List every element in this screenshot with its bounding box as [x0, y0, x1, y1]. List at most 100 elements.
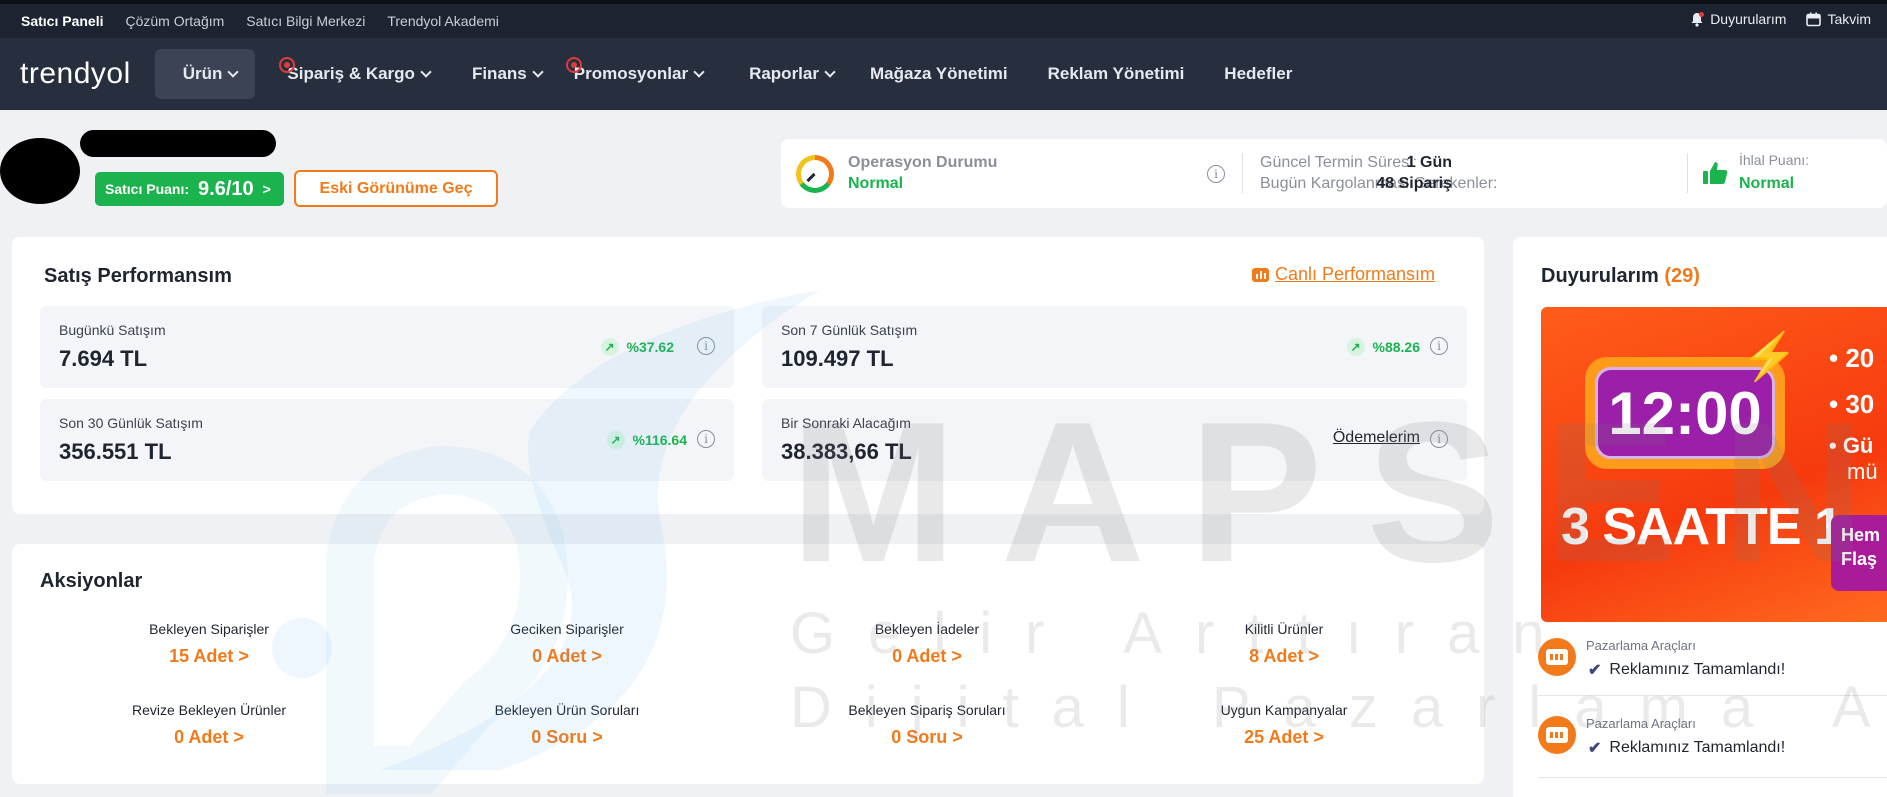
lightning-bolt-icon: ⚡	[1741, 330, 1799, 382]
metric-label: Son 7 Günlük Satışım	[781, 322, 918, 338]
term-duration-label: Güncel Termin Süresi:	[1260, 154, 1418, 171]
action-pending-returns[interactable]: Bekleyen İadeler 0 Adet >	[777, 621, 1077, 667]
trendyol-logo[interactable]: trendyol	[20, 57, 131, 91]
action-value: 0 Adet >	[174, 727, 244, 747]
chevron-down-icon	[420, 65, 432, 78]
calendar-label: Takvim	[1827, 11, 1871, 27]
divider	[1687, 153, 1688, 193]
announcement-category: Pazarlama Araçları	[1586, 716, 1696, 731]
banner-cta[interactable]: Hem Flaş	[1831, 515, 1887, 591]
actions-card: Aksiyonlar Bekleyen Siparişler 15 Adet > …	[12, 544, 1484, 784]
banner-bullet-3: • Gü	[1829, 433, 1874, 458]
payments-link[interactable]: Ödemelerim	[1333, 429, 1420, 447]
metric-value: 109.497 TL	[781, 346, 894, 371]
nav-item-ad-management[interactable]: Reklam Yönetimi	[1048, 49, 1185, 99]
action-label: Bekleyen Sipariş Soruları	[848, 702, 1006, 718]
flash-sale-banner[interactable]: 12:00 ⚡ 3 SAATTE 1 • 20 • 30 • Gü mü Hem…	[1541, 307, 1887, 622]
check-icon: ✔	[1588, 740, 1602, 757]
announcement-message-row: ✔ Reklamınız Tamamlandı!	[1588, 738, 1785, 758]
announcements-link[interactable]: Duyurularım	[1690, 11, 1786, 27]
action-delayed-orders[interactable]: Geciken Siparişler 0 Adet >	[417, 621, 717, 667]
top-link-info-center[interactable]: Satıcı Bilgi Merkezi	[246, 13, 365, 29]
calendar-icon	[1806, 12, 1822, 27]
top-right-tools: Duyurularım Takvim	[1690, 11, 1871, 27]
metric-today-sales: Bugünkü Satışım 7.694 TL ↗ %37.62 i	[40, 306, 734, 388]
nav-item-label: Sipariş & Kargo	[287, 64, 415, 83]
metric-change-value: %88.26	[1372, 339, 1420, 355]
info-icon[interactable]: i	[1207, 165, 1225, 183]
redacted-store-name	[80, 130, 276, 157]
metric-value: 7.694 TL	[59, 346, 148, 371]
metric-label: Bir Sonraki Alacağım	[781, 415, 911, 431]
action-locked-products[interactable]: Kilitli Ürünler 8 Adet >	[1134, 621, 1434, 667]
bell-icon	[1690, 11, 1705, 27]
info-icon[interactable]: i	[697, 430, 715, 448]
nav-item-label: Ürün	[182, 64, 223, 83]
top-link-seller-panel[interactable]: Satıcı Paneli	[21, 13, 103, 29]
nav-item-promotions[interactable]: Promosyonlar	[565, 49, 705, 99]
nav-item-product[interactable]: Ürün	[154, 49, 256, 99]
nav-item-orders-shipping[interactable]: Sipariş & Kargo	[279, 49, 432, 99]
action-product-questions[interactable]: Bekleyen Ürün Soruları 0 Soru >	[417, 702, 717, 748]
action-pending-orders[interactable]: Bekleyen Siparişler 15 Adet >	[59, 621, 359, 667]
announcements-label: Duyurularım	[1710, 11, 1787, 27]
seller-score-pill[interactable]: Satıcı Puanı: 9.6/10 >	[95, 172, 284, 206]
redacted-avatar	[0, 138, 80, 204]
announcements-count: (29)	[1664, 265, 1700, 287]
action-label: Geciken Siparişler	[510, 621, 624, 637]
metric-label: Son 30 Günlük Satışım	[59, 415, 203, 431]
action-value: 0 Soru >	[531, 727, 603, 747]
seller-score-arrow: >	[262, 181, 271, 197]
metric-change-value: %37.62	[626, 339, 674, 355]
metric-value: 356.551 TL	[59, 439, 172, 464]
top-link-solution-partner[interactable]: Çözüm Ortağım	[125, 13, 224, 29]
action-value: 25 Adet >	[1244, 727, 1324, 747]
divider	[1242, 153, 1243, 193]
action-label: Bekleyen İadeler	[874, 621, 980, 637]
top-link-academy[interactable]: Trendyol Akademi	[387, 13, 499, 29]
chevron-down-icon	[693, 65, 705, 78]
nav-item-finance[interactable]: Finans	[471, 49, 544, 99]
action-label: Bekleyen Ürün Soruları	[494, 702, 640, 718]
actions-title: Aksiyonlar	[40, 570, 143, 592]
announcements-title-text: Duyurularım	[1541, 265, 1659, 287]
announcement-message-row: ✔ Reklamınız Tamamlandı!	[1588, 660, 1785, 680]
info-icon[interactable]: i	[1430, 430, 1448, 448]
info-icon[interactable]: i	[1430, 337, 1448, 355]
old-view-button[interactable]: Eski Görünüme Geç	[294, 170, 498, 207]
banner-bullet-3-cont: mü	[1847, 459, 1878, 484]
trend-up-icon: ↗	[1346, 338, 1365, 356]
nav-item-label: Promosyonlar	[573, 64, 689, 83]
info-icon[interactable]: i	[697, 337, 715, 355]
metric-change-badge: ↗ %116.64	[606, 431, 688, 449]
nav-item-goals[interactable]: Hedefler	[1224, 49, 1292, 99]
metric-change-value: %116.64	[632, 432, 688, 448]
thumbs-up-icon	[1702, 161, 1728, 190]
top-bar: Satıcı Paneli Çözüm Ortağım Satıcı Bilgi…	[0, 0, 1887, 38]
metric-next-receivable: Bir Sonraki Alacağım 38.383,66 TL Ödemel…	[762, 399, 1467, 481]
announcement-message: Reklamınız Tamamlandı!	[1609, 661, 1786, 678]
action-value: 8 Adet >	[1249, 646, 1319, 666]
calendar-link[interactable]: Takvim	[1806, 11, 1871, 27]
action-eligible-campaigns[interactable]: Uygun Kampanyalar 25 Adet >	[1134, 702, 1434, 748]
operation-status-value: Normal	[848, 175, 904, 192]
trend-up-icon: ↗	[600, 338, 619, 356]
action-order-questions[interactable]: Bekleyen Sipariş Soruları 0 Soru >	[777, 702, 1077, 748]
nav-item-store-management[interactable]: Mağaza Yönetimi	[870, 49, 1008, 99]
announcement-item[interactable]: Pazarlama Araçları ✔ Reklamınız Tamamland…	[1538, 638, 1887, 696]
main-nav: trendyol Ürün Sipariş & Kargo Finans Pro…	[0, 38, 1887, 110]
sales-performance-title: Satış Performansım	[44, 265, 232, 287]
announcement-category: Pazarlama Araçları	[1586, 638, 1696, 653]
live-performance-link[interactable]: Canlı Performansım	[1252, 264, 1435, 285]
operation-status-label: Operasyon Durumu	[848, 154, 998, 171]
metric-change-badge: ↗ %88.26	[1346, 338, 1420, 356]
banner-bullet-2: • 30	[1829, 389, 1875, 419]
banner-cta-line-1: Hem	[1841, 525, 1881, 545]
announcement-item[interactable]: Pazarlama Araçları ✔ Reklamınız Tamamland…	[1538, 716, 1887, 778]
banner-headline: 3 SAATTE 1	[1561, 498, 1843, 556]
nav-item-label: Finans	[471, 64, 527, 83]
action-label: Bekleyen Siparişler	[149, 621, 269, 637]
nav-item-reports[interactable]: Raporlar	[749, 49, 836, 99]
marketing-tools-icon	[1538, 638, 1576, 676]
action-revision-products[interactable]: Revize Bekleyen Ürünler 0 Adet >	[59, 702, 359, 748]
